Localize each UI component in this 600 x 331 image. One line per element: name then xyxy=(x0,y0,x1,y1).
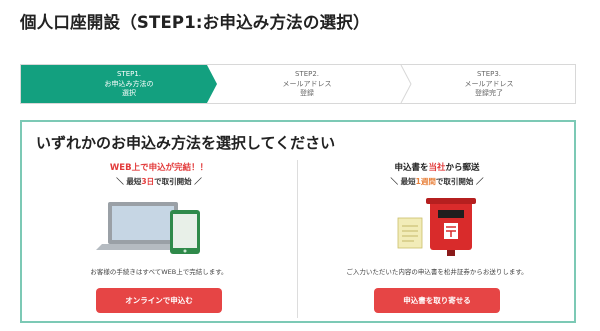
step-3-line2: 登録完了 xyxy=(475,89,503,97)
application-method-panel: いずれかのお申込み方法を選択してください WEB上で申込が完結！！ ＼ 最短3日… xyxy=(20,120,576,323)
mail-speed-highlight: 1週間 xyxy=(415,177,436,186)
mail-tagline: 申込書を当社から郵送 xyxy=(302,162,572,175)
step-separator-chevron xyxy=(400,65,412,103)
apply-online-button[interactable]: オンラインで申込む xyxy=(96,288,222,313)
step-3-line1: メールアドレス xyxy=(464,79,514,88)
mail-speed-suffix: で取引開始 ／ xyxy=(435,177,484,186)
online-note: お客様の手続きはすべてWEB上で完結します。 xyxy=(90,268,228,276)
mail-tagline-prefix: 申込書を xyxy=(394,163,429,173)
step-1-arrow xyxy=(207,65,217,103)
step-2-number: STEP2. xyxy=(294,70,320,78)
mail-tagline-suffix: から郵送 xyxy=(445,163,480,173)
column-divider xyxy=(297,160,298,318)
step-3-number: STEP3. xyxy=(476,70,502,78)
online-speed-highlight: 3日 xyxy=(141,177,155,186)
laptop-tablet-icon xyxy=(96,202,200,254)
online-option: WEB上で申込が完結！！ ＼ 最短3日で取引開始 ／ お客様の手続きはすべてWE… xyxy=(24,162,294,313)
online-speed-suffix: で取引開始 ／ xyxy=(154,177,202,186)
step-2-line2: 登録 xyxy=(300,89,314,97)
mail-option: 申込書を当社から郵送 ＼ 最短1週間で取引開始 ／ ご入力いただいた内容の申込書… xyxy=(302,162,572,313)
step-2-line1: メールアドレス xyxy=(282,79,332,88)
progress-stepper: STEP1. お申込み方法の 選択 STEP2. メールアドレス 登録 STEP… xyxy=(20,64,576,104)
postbox-illustration xyxy=(302,196,572,256)
mail-tagline-highlight: 当社 xyxy=(428,163,446,173)
step-1-number: STEP1. xyxy=(116,70,142,78)
mail-speed: ＼ 最短1週間で取引開始 ／ xyxy=(302,175,572,188)
step-1-line2: 選択 xyxy=(122,89,136,97)
step-1: STEP1. お申込み方法の 選択 xyxy=(83,70,175,99)
page-title: 個人口座開設（STEP1:お申込み方法の選択） xyxy=(20,13,370,32)
online-tagline: WEB上で申込が完結！！ xyxy=(109,163,209,173)
devices-illustration xyxy=(24,196,294,256)
mail-note: ご入力いただいた内容の申込書を松井証券からお送りします。 xyxy=(346,268,528,276)
online-speed-prefix: ＼ 最短 xyxy=(116,177,142,186)
panel-heading: いずれかのお申込み方法を選択してください xyxy=(36,134,336,152)
request-form-button[interactable]: 申込書を取り寄せる xyxy=(374,288,500,313)
step-2: STEP2. メールアドレス 登録 xyxy=(271,70,343,99)
step-1-line1: お申込み方法の xyxy=(104,79,154,88)
step-3: STEP3. メールアドレス 登録完了 xyxy=(453,70,525,99)
mailbox-document-icon xyxy=(397,198,476,256)
online-speed: ＼ 最短3日で取引開始 ／ xyxy=(24,175,294,188)
mail-speed-prefix: ＼ 最短 xyxy=(390,177,416,186)
